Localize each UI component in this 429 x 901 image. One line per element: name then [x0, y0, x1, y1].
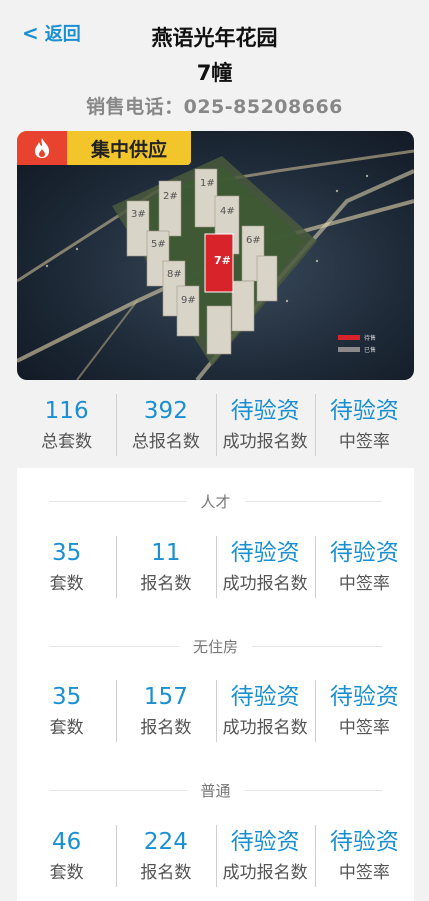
svg-text:8#: 8# [167, 269, 182, 280]
supply-badge-label: 集中供应 [90, 138, 167, 161]
stat-value: 46 [51, 828, 82, 855]
section-title-talent: 人才 [35, 491, 396, 511]
stat-label: 报名数 [140, 574, 192, 595]
stat-label: 中签率 [338, 432, 390, 453]
stat-value: 待验资 [230, 828, 300, 855]
stat-winning-rate: 待验资 中签率 [314, 534, 414, 600]
map-legend: 待售 已售 [337, 330, 376, 354]
stat-value: 待验资 [230, 539, 300, 566]
stat-successful-registrations: 待验资 成功报名数 [215, 534, 315, 600]
page-title: 燕语光年花园 [151, 26, 278, 50]
stat-registrations: 157 报名数 [116, 678, 215, 744]
stat-value: 待验资 [329, 828, 399, 855]
stat-successful-registrations: 待验资 成功报名数 [215, 823, 315, 889]
svg-text:5#: 5# [151, 239, 166, 250]
flame-icon [17, 131, 67, 165]
svg-text:7#: 7# [214, 254, 231, 267]
legend-swatch-gray [337, 347, 360, 352]
svg-text:3#: 3# [131, 209, 146, 220]
stat-label: 总套数 [41, 432, 93, 453]
project-aerial-image: 7# 3# 2# 1# 4# 5# 8# 9# 6# 集中供应 待售 已售 [17, 131, 414, 380]
stat-value: 224 [143, 828, 188, 855]
stat-label: 中签率 [338, 574, 390, 595]
stat-total-registrations: 392 总报名数 [116, 392, 215, 458]
category-card: 人才 35 套数 11 报名数 待验资 成功报名数 待验资 中签率 无住房 35… [17, 468, 414, 901]
stat-label: 总报名数 [131, 432, 200, 453]
stat-winning-rate: 待验资 中签率 [314, 823, 414, 889]
stat-value: 157 [143, 683, 188, 710]
section-stats-general: 46 套数 224 报名数 待验资 成功报名数 待验资 中签率 [17, 823, 414, 889]
building-number: 7幢 [196, 61, 233, 85]
stat-label: 报名数 [140, 863, 192, 884]
legend-item-sold: 已售 [337, 345, 376, 354]
svg-text:4#: 4# [220, 206, 235, 217]
header: < 返回 燕语光年花园 7幢 销售电话：025-85208666 [0, 0, 429, 118]
stat-successful-registrations: 待验资 成功报名数 [215, 392, 315, 458]
section-stats-no-housing: 35 套数 157 报名数 待验资 成功报名数 待验资 中签率 [17, 678, 414, 744]
svg-text:1#: 1# [200, 178, 215, 189]
stat-total-units: 116 总套数 [17, 392, 116, 458]
stat-value: 35 [51, 539, 82, 566]
stat-label: 套数 [49, 718, 84, 739]
stat-label: 中签率 [338, 863, 390, 884]
stat-winning-rate: 待验资 中签率 [314, 678, 414, 744]
svg-text:6#: 6# [246, 235, 261, 246]
legend-swatch-red [337, 335, 360, 340]
supply-badge: 集中供应 [17, 131, 191, 165]
stat-successful-registrations: 待验资 成功报名数 [215, 678, 315, 744]
stat-value: 待验资 [230, 683, 300, 710]
legend-item-available: 待售 [337, 333, 376, 342]
svg-text:2#: 2# [163, 191, 178, 202]
stat-value: 116 [44, 397, 89, 424]
stat-label: 套数 [49, 863, 84, 884]
stat-value: 待验资 [329, 397, 399, 424]
stat-units: 46 套数 [17, 823, 116, 889]
section-title-no-housing: 无住房 [35, 636, 396, 656]
stat-label: 成功报名数 [222, 432, 308, 453]
stat-label: 成功报名数 [222, 718, 308, 739]
svg-text:9#: 9# [181, 295, 196, 306]
stat-registrations: 11 报名数 [116, 534, 215, 600]
stat-label: 中签率 [338, 718, 390, 739]
summary-stats: 116 总套数 392 总报名数 待验资 成功报名数 待验资 中签率 [17, 392, 414, 458]
section-stats-talent: 35 套数 11 报名数 待验资 成功报名数 待验资 中签率 [17, 534, 414, 600]
stat-value: 392 [143, 397, 188, 424]
stat-winning-rate: 待验资 中签率 [314, 392, 414, 458]
stat-registrations: 224 报名数 [116, 823, 215, 889]
stat-value: 待验资 [329, 539, 399, 566]
stat-label: 成功报名数 [222, 574, 308, 595]
stat-units: 35 套数 [17, 678, 116, 744]
stat-value: 待验资 [329, 683, 399, 710]
stat-label: 套数 [49, 574, 84, 595]
stat-value: 35 [51, 683, 82, 710]
stat-value: 11 [151, 539, 181, 566]
stat-label: 成功报名数 [222, 863, 308, 884]
stat-units: 35 套数 [17, 534, 116, 600]
section-title-general: 普通 [35, 780, 396, 800]
sales-phone[interactable]: 销售电话：025-85208666 [0, 92, 429, 119]
stat-label: 报名数 [140, 718, 192, 739]
stat-value: 待验资 [230, 397, 300, 424]
